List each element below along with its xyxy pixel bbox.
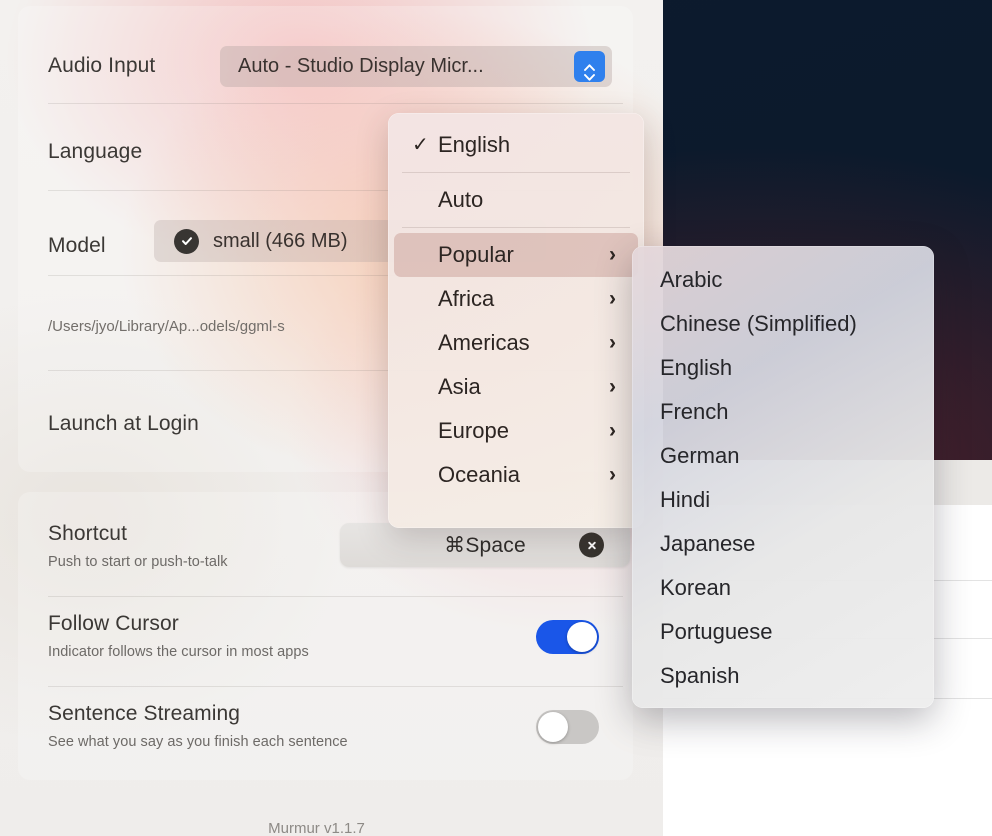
popular-languages-submenu[interactable]: Arabic Chinese (Simplified) English French G… <box>632 246 934 708</box>
chevron-down-glyph <box>584 68 595 75</box>
submenu-item-korean[interactable]: Korean <box>638 566 928 610</box>
close-circle-filled-icon[interactable] <box>579 533 604 558</box>
follow-cursor-label: Follow Cursor <box>48 612 179 636</box>
audio-input-row: Audio Input Auto - Studio Display Micr..… <box>18 46 633 86</box>
sentence-streaming-description: See what you say as you finish each sent… <box>48 734 348 750</box>
chevron-right-icon: › <box>609 243 616 267</box>
submenu-item-japanese[interactable]: Japanese <box>638 522 928 566</box>
chevron-right-icon: › <box>609 419 616 443</box>
submenu-item-label: Spanish <box>660 663 740 689</box>
language-menu-item-africa[interactable]: Africa › <box>394 277 638 321</box>
menu-separator <box>402 172 630 173</box>
follow-cursor-row: Follow Cursor Indicator follows the curs… <box>18 612 633 676</box>
divider <box>48 686 623 687</box>
submenu-item-german[interactable]: German <box>638 434 928 478</box>
settings-group-behavior: Shortcut Push to start or push-to-talk ⌘… <box>18 492 633 780</box>
submenu-item-hindi[interactable]: Hindi <box>638 478 928 522</box>
divider <box>48 103 623 104</box>
language-menu-item-popular[interactable]: Popular › <box>394 233 638 277</box>
divider <box>48 596 623 597</box>
model-value: small (466 MB) <box>213 230 347 253</box>
language-menu-item-label: Popular <box>438 242 514 268</box>
chevron-right-icon: › <box>609 463 616 487</box>
submenu-item-french[interactable]: French <box>638 390 928 434</box>
audio-input-label: Audio Input <box>48 54 155 78</box>
chevron-right-icon: › <box>609 331 616 355</box>
submenu-item-label: French <box>660 399 728 425</box>
shortcut-description: Push to start or push-to-talk <box>48 554 228 570</box>
language-dropdown-menu[interactable]: ✓EnglishAutoPopular›Africa›Americas›Asia… <box>388 113 644 528</box>
checkmark-icon: ✓ <box>412 135 429 155</box>
language-menu-item-label: Oceania <box>438 462 520 488</box>
language-menu-item-label: Africa <box>438 286 494 312</box>
toggle-knob <box>538 712 568 742</box>
launch-at-login-label: Launch at Login <box>48 412 199 436</box>
language-menu-item-label: Auto <box>438 187 483 213</box>
submenu-item-label: German <box>660 443 739 469</box>
shortcut-value: ⌘Space <box>444 533 526 558</box>
app-version-label: Murmur v1.1.7 <box>0 820 633 836</box>
toggle-knob <box>567 622 597 652</box>
chevron-up-glyph <box>584 58 595 65</box>
follow-cursor-toggle[interactable] <box>536 620 599 654</box>
language-menu-item-oceania[interactable]: Oceania › <box>394 453 638 497</box>
submenu-item-label: English <box>660 355 732 381</box>
shortcut-label: Shortcut <box>48 522 127 546</box>
sentence-streaming-row: Sentence Streaming See what you say as y… <box>18 702 633 766</box>
submenu-item-label: Hindi <box>660 487 710 513</box>
language-label: Language <box>48 140 142 164</box>
model-label: Model <box>48 234 106 258</box>
shortcut-recorder-field[interactable]: ⌘Space <box>340 523 630 567</box>
submenu-item-label: Japanese <box>660 531 755 557</box>
language-menu-item-auto[interactable]: Auto <box>394 178 638 222</box>
language-menu-item-asia[interactable]: Asia › <box>394 365 638 409</box>
sentence-streaming-label: Sentence Streaming <box>48 702 240 726</box>
chevron-up-down-icon[interactable] <box>574 51 605 82</box>
submenu-item-label: Korean <box>660 575 731 601</box>
submenu-item-spanish[interactable]: Spanish <box>638 654 928 698</box>
sentence-streaming-toggle[interactable] <box>536 710 599 744</box>
language-menu-item-label: English <box>438 132 510 158</box>
language-menu-item-english[interactable]: ✓ English <box>394 123 638 167</box>
audio-input-value: Auto - Studio Display Micr... <box>238 55 484 78</box>
submenu-item-chinese-simplified[interactable]: Chinese (Simplified) <box>638 302 928 346</box>
follow-cursor-description: Indicator follows the cursor in most app… <box>48 644 309 660</box>
language-menu-item-label: Europe <box>438 418 509 444</box>
chevron-right-icon: › <box>609 287 616 311</box>
submenu-item-label: Chinese (Simplified) <box>660 311 857 337</box>
submenu-item-label: Arabic <box>660 267 722 293</box>
menu-separator <box>402 227 630 228</box>
language-menu-item-label: Americas <box>438 330 530 356</box>
language-menu-item-label: Asia <box>438 374 481 400</box>
submenu-item-arabic[interactable]: Arabic <box>638 258 928 302</box>
language-menu-item-europe[interactable]: Europe › <box>394 409 638 453</box>
submenu-item-label: Portuguese <box>660 619 773 645</box>
audio-input-select[interactable]: Auto - Studio Display Micr... <box>220 46 612 87</box>
chevron-right-icon: › <box>609 375 616 399</box>
language-menu-item-americas[interactable]: Americas › <box>394 321 638 365</box>
model-path-text: /Users/jyo/Library/Ap...odels/ggml-s <box>48 318 285 335</box>
shortcut-row: Shortcut Push to start or push-to-talk ⌘… <box>18 522 633 586</box>
submenu-item-portuguese[interactable]: Portuguese <box>638 610 928 654</box>
submenu-item-english[interactable]: English <box>638 346 928 390</box>
check-circle-filled-icon <box>174 229 199 254</box>
